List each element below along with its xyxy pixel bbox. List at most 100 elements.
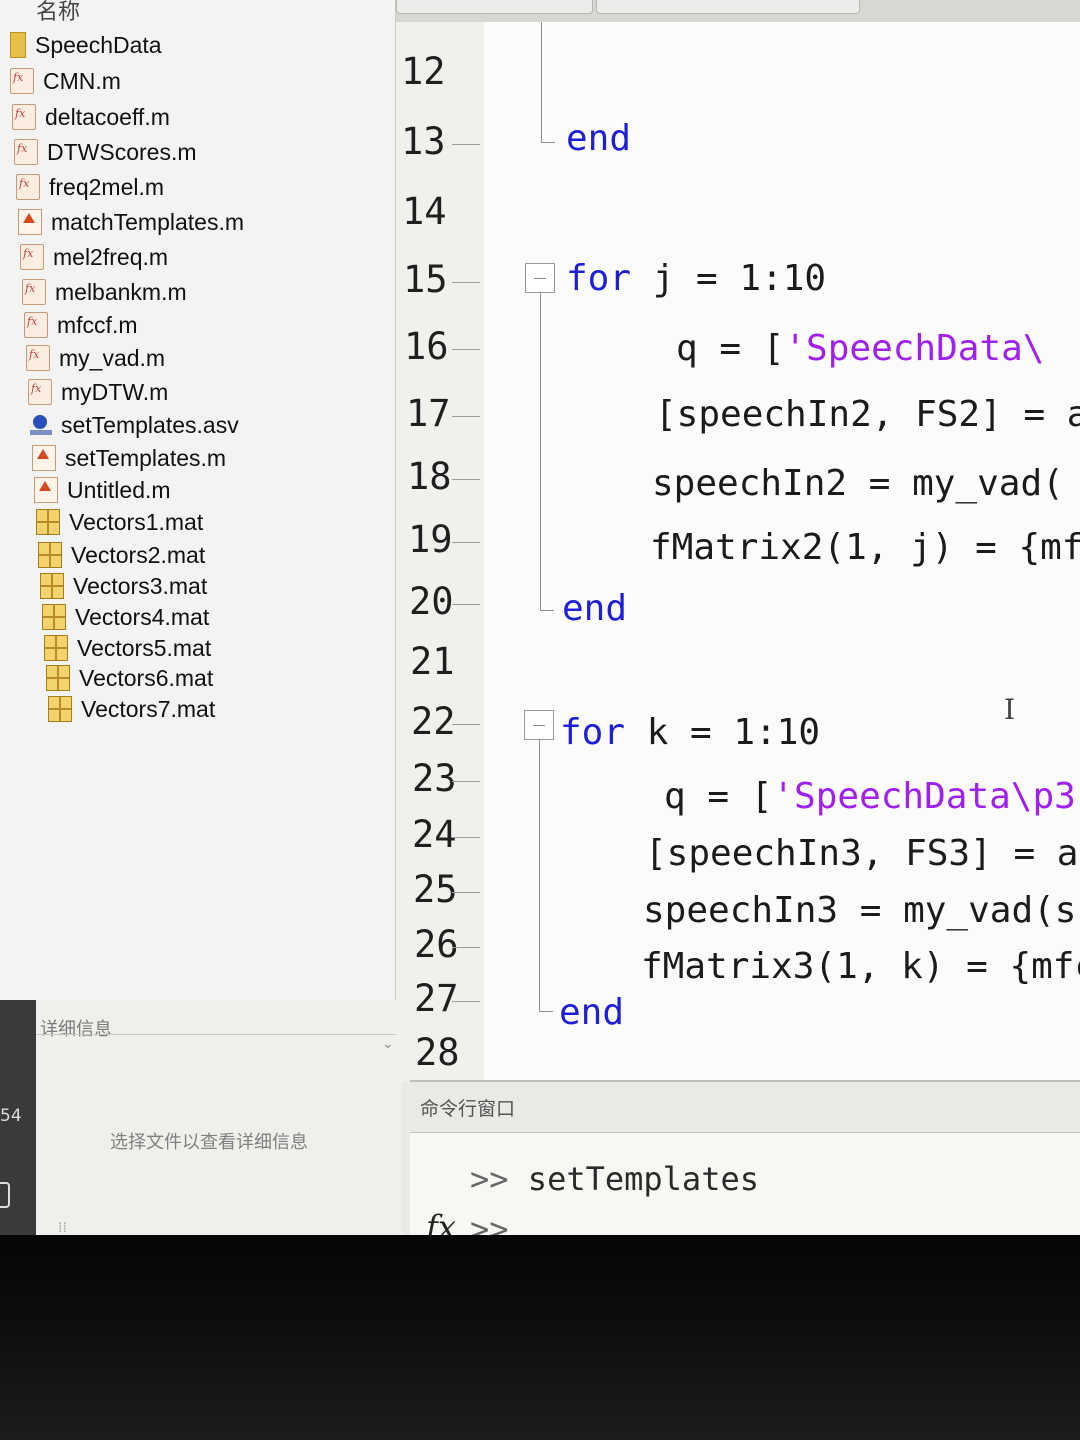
file-name: Vectors5.mat [77, 634, 212, 661]
file-item[interactable]: mel2freq.m [20, 242, 168, 272]
file-item[interactable]: DTWScores.m [14, 137, 197, 167]
resize-grip-icon[interactable]: ⁞⁞ [58, 1220, 67, 1236]
line-number: 27 [414, 977, 459, 1020]
file-item[interactable]: Vectors5.mat [44, 633, 211, 663]
fold-end-marker [539, 1011, 553, 1012]
monitor-bezel [0, 1235, 1080, 1440]
left-strip-text: 54 [0, 1106, 22, 1126]
editor-tab-train[interactable] [396, 0, 593, 14]
line-number: 19 [408, 518, 453, 561]
breakpoint-dash[interactable] [452, 349, 480, 350]
file-name: my_vad.m [59, 344, 166, 371]
breakpoint-dash[interactable] [452, 604, 480, 605]
breakpoint-dash[interactable] [452, 781, 480, 782]
function-file-icon [22, 279, 46, 305]
editor-tab-bar [396, 0, 1080, 22]
fold-toggle-icon[interactable] [525, 263, 555, 293]
file-item[interactable]: Vectors4.mat [42, 602, 209, 632]
breakpoint-dash[interactable] [452, 144, 480, 145]
breakpoint-dash[interactable] [452, 479, 480, 480]
breakpoint-dash[interactable] [452, 416, 480, 417]
file-item[interactable]: matchTemplates.m [18, 207, 244, 237]
file-name: Vectors1.mat [69, 508, 204, 535]
breakpoint-dash[interactable] [452, 892, 480, 893]
line-number: 13 [401, 120, 446, 163]
file-name: freq2mel.m [49, 173, 165, 200]
name-column-header[interactable]: 名称 [36, 0, 80, 26]
code-line-20[interactable]: end [562, 588, 627, 629]
file-item[interactable]: Vectors2.mat [38, 540, 205, 570]
code-line-13[interactable]: end [566, 118, 631, 159]
chevron-down-icon[interactable]: ⌄ [382, 1036, 394, 1052]
file-name: deltacoeff.m [45, 103, 170, 130]
line-number: 18 [407, 455, 452, 498]
file-name: SpeechData [35, 31, 162, 58]
function-file-icon [20, 244, 44, 270]
line-number: 12 [401, 50, 446, 93]
details-label[interactable]: 详细信息 [40, 1015, 112, 1041]
function-file-icon [14, 139, 38, 165]
breakpoint-dash[interactable] [452, 947, 480, 948]
code-text: q = [ [664, 776, 773, 817]
file-item[interactable]: setTemplates.m [32, 443, 226, 473]
code-line-15[interactable]: for j = 1:10 [566, 258, 826, 299]
file-item[interactable]: melbankm.m [22, 277, 187, 307]
code-line-22[interactable]: for k = 1:10 [560, 712, 820, 753]
breakpoint-dash[interactable] [452, 542, 480, 543]
code-line-26[interactable]: fMatrix3(1, k) = {mfcc [641, 946, 1080, 987]
function-file-icon [12, 104, 36, 130]
function-file-icon [16, 174, 40, 200]
details-hint: 选择文件以查看详细信息 [110, 1132, 308, 1153]
code-line-16[interactable]: q = ['SpeechData\ [676, 328, 1044, 369]
file-item[interactable]: Vectors3.mat [40, 571, 207, 601]
text-cursor-icon: I [1004, 693, 1016, 726]
mat-file-icon [42, 604, 66, 630]
fold-line [541, 22, 542, 142]
file-item[interactable]: setTemplates.asv [30, 410, 239, 440]
line-number: 20 [409, 580, 454, 623]
breakpoint-dash[interactable] [452, 837, 480, 838]
code-line-25[interactable]: speechIn3 = my_vad(s [643, 890, 1076, 931]
file-item[interactable]: Untitled.m [34, 475, 171, 505]
file-item[interactable]: mfccf.m [24, 310, 138, 340]
line-number: 17 [406, 392, 451, 435]
code-line-17[interactable]: [speechIn2, FS2] = a [655, 394, 1080, 435]
history-command: setTemplates [527, 1160, 759, 1198]
editor-tab-second[interactable] [596, 0, 860, 14]
code-line-27[interactable]: end [559, 992, 624, 1033]
fold-line [539, 739, 540, 1011]
file-name: Vectors2.mat [71, 541, 206, 568]
fold-toggle-icon[interactable] [524, 710, 554, 740]
current-folder-panel: 名称 SpeechData CMN.m deltacoeff.m DTWScores.… [0, 0, 397, 1000]
breakpoint-dash[interactable] [452, 1001, 480, 1002]
line-number: 28 [415, 1031, 460, 1074]
file-item[interactable]: myDTW.m [28, 377, 168, 407]
file-item[interactable]: SpeechData [10, 30, 162, 60]
file-name: Vectors3.mat [73, 572, 208, 599]
line-number: 16 [404, 325, 449, 368]
function-file-icon [10, 68, 34, 94]
fold-end-marker [541, 142, 555, 143]
file-item[interactable]: freq2mel.m [16, 172, 164, 202]
file-item[interactable]: Vectors1.mat [36, 507, 203, 537]
function-file-icon [24, 312, 48, 338]
line-number: 22 [411, 700, 456, 743]
file-item[interactable]: Vectors7.mat [48, 694, 215, 724]
string-literal: 'SpeechData\p3 [772, 776, 1076, 817]
left-strip-button-icon[interactable] [0, 1182, 10, 1208]
file-name: melbankm.m [55, 278, 187, 305]
script-file-icon [18, 209, 42, 235]
code-line-19[interactable]: fMatrix2(1, j) = {mf [650, 527, 1080, 568]
file-item[interactable]: Vectors6.mat [46, 663, 213, 693]
breakpoint-dash[interactable] [452, 724, 480, 725]
history-line: >> setTemplates [470, 1160, 759, 1198]
breakpoint-dash[interactable] [452, 282, 480, 283]
file-item[interactable]: CMN.m [10, 66, 121, 96]
prompt-symbol: >> [470, 1160, 509, 1198]
code-line-24[interactable]: [speechIn3, FS3] = au [645, 833, 1080, 874]
code-line-23[interactable]: q = ['SpeechData\p3 [664, 776, 1076, 817]
code-line-18[interactable]: speechIn2 = my_vad( [652, 463, 1064, 504]
file-item[interactable]: my_vad.m [26, 343, 165, 373]
file-item[interactable]: deltacoeff.m [12, 102, 170, 132]
file-name: Vectors7.mat [81, 695, 216, 722]
